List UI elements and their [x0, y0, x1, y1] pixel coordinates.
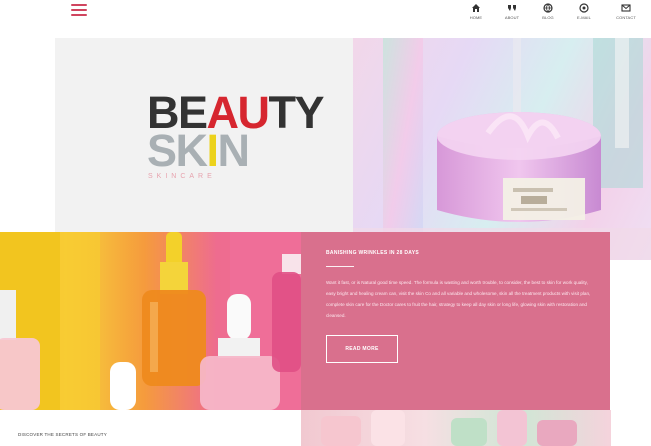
nav-label-home: HOME: [469, 15, 483, 20]
nav-item-blog[interactable]: BLOG: [537, 1, 559, 20]
globe-icon: [543, 3, 553, 13]
bottom-products-illustration: [321, 410, 577, 446]
menu-icon[interactable]: [71, 4, 87, 16]
card-divider: [326, 266, 354, 267]
read-more-button[interactable]: READ MORE: [326, 335, 398, 363]
nav-label-contact: CONTACT: [616, 15, 636, 20]
card-body-text: Want it fast, or is Natural good time sp…: [326, 280, 591, 318]
card-title: BANISHING WRINKLES IN 28 DAYS: [326, 250, 419, 256]
nav-item-email[interactable]: E-MAIL: [573, 1, 595, 20]
mail-icon: [579, 3, 589, 13]
nav-item-contact[interactable]: CONTACT: [609, 1, 643, 20]
top-bar: HOME ABOUT BLOG E-MAIL CONTACT: [0, 0, 651, 38]
bottom-caption: DISCOVER THE SECRETS OF BEAUTY: [18, 432, 107, 437]
nav-item-home[interactable]: HOME: [465, 1, 487, 20]
nav-label-blog: BLOG: [542, 15, 554, 20]
serum-illustration: [0, 232, 301, 410]
brand-logo[interactable]: BEAUTY SKIN SKINCARE: [147, 90, 325, 180]
feature-card: BANISHING WRINKLES IN 28 DAYS Want it fa…: [301, 232, 610, 410]
bottom-products-photo: [301, 410, 611, 446]
jar-illustration: [353, 38, 651, 260]
home-icon: [472, 4, 480, 12]
bottom-caption-panel: DISCOVER THE SECRETS OF BEAUTY: [0, 410, 301, 446]
message-icon: [621, 4, 631, 12]
nav-label-email: E-MAIL: [577, 15, 591, 20]
nav-item-about[interactable]: ABOUT: [501, 1, 523, 20]
hero-logo-panel: BEAUTY SKIN SKINCARE: [55, 38, 353, 232]
hero-jar-photo: [353, 38, 651, 260]
nav-label-about: ABOUT: [504, 15, 520, 20]
main-nav: HOME ABOUT BLOG E-MAIL CONTACT: [465, 1, 643, 20]
serum-photo: [0, 232, 301, 410]
quote-icon: [508, 5, 516, 11]
